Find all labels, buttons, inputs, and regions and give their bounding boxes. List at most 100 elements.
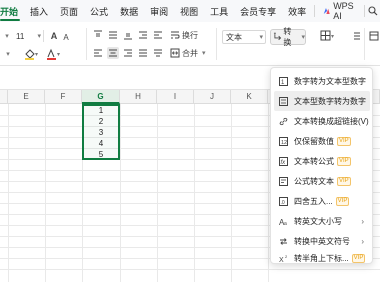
border-dropdown[interactable]: ▾ (0, 47, 14, 61)
wrap-text-button[interactable]: 换行 (170, 28, 210, 42)
tab-member[interactable]: 会员专享 (234, 0, 282, 22)
cell-value[interactable]: 1 (84, 105, 118, 116)
align-top-icon[interactable] (92, 29, 104, 41)
fill-color-icon[interactable]: ▾ (22, 47, 42, 61)
menu-item-label: 转半角上下标... (294, 253, 349, 263)
vip-badge: VIP (351, 253, 366, 263)
font-size-dropdown[interactable]: 11 ▾ (14, 30, 44, 42)
tab-page[interactable]: 页面 (54, 0, 84, 22)
cell-value[interactable]: 4 (84, 138, 118, 149)
menu-item-round[interactable]: .0 四舍五入... VIP (274, 191, 370, 211)
merge-icon (170, 48, 180, 58)
menu-item-case[interactable]: Aa 转英文大小写 › (274, 211, 370, 231)
menu-item-label: 文本转公式 (294, 156, 334, 166)
svg-text:2: 2 (285, 254, 288, 259)
increase-font-icon[interactable]: A (48, 29, 60, 43)
vip-badge: VIP (337, 176, 351, 186)
decrease-font-icon[interactable]: A (60, 30, 72, 44)
tab-efficiency[interactable]: 效率 (282, 0, 312, 22)
svg-text:.0: .0 (281, 200, 285, 206)
menu-item-keep-value[interactable]: 12 仅保留数值 VIP (274, 131, 370, 151)
column-header[interactable]: K (231, 90, 268, 104)
keep-value-icon: 12 (279, 136, 288, 146)
column-header-selected[interactable]: G (82, 90, 120, 104)
number-format-dropdown[interactable]: 文本 ▾ (222, 30, 266, 44)
tab-tools[interactable]: 工具 (204, 0, 234, 22)
menu-item-text-to-formula[interactable]: fx 文本转公式 VIP (274, 151, 370, 171)
tab-divider-2 (364, 5, 365, 17)
convert-label: 转换 (283, 27, 292, 47)
tab-formula[interactable]: 公式 (84, 0, 114, 22)
justify-icon[interactable] (137, 47, 149, 59)
menu-item-label: 仅保留数值 (294, 136, 334, 146)
tab-wps-ai[interactable]: WPS AI (317, 1, 363, 21)
column-header[interactable]: H (120, 90, 157, 104)
tab-home[interactable]: 开始 (0, 0, 24, 22)
align-middle-icon[interactable] (107, 29, 119, 41)
convert-icon (273, 32, 282, 41)
tab-insert[interactable]: 插入 (24, 0, 54, 22)
text-formula-icon: fx (279, 156, 288, 166)
tab-review[interactable]: 审阅 (144, 0, 174, 22)
submenu-chevron-icon: › (361, 216, 364, 226)
link-icon (279, 117, 288, 126)
cell-value[interactable]: 5 (84, 149, 118, 160)
svg-text:▾: ▾ (35, 52, 38, 58)
distribute-icon[interactable] (152, 47, 164, 59)
merge-button[interactable]: 合并 ▾ (170, 46, 214, 60)
menu-item-text-to-number[interactable]: 文本型数字转为数字 (274, 91, 370, 111)
home-toolbar: ▾ 11 ▾ A A ▾ ▾ ▾ 换行 合并 ▾ 文本 ▾ 转换 ▾ ▾ (0, 22, 380, 66)
grid-line (120, 104, 121, 282)
svg-text:▾: ▾ (331, 34, 334, 40)
ribbon-tab-bar: 开始 插入 页面 公式 数据 审阅 视图 工具 会员专享 效率 WPS AI (0, 0, 380, 22)
vip-badge: VIP (335, 196, 350, 206)
case-icon: Aa (279, 217, 288, 226)
toolbar-divider-1 (86, 28, 87, 60)
column-header[interactable]: I (157, 90, 194, 104)
font-color-icon[interactable]: ▾ (44, 47, 64, 61)
symbol-convert-icon (279, 237, 288, 246)
grid-line (8, 104, 9, 282)
wps-ai-logo-icon (323, 8, 330, 14)
table-style-icon[interactable] (368, 29, 380, 43)
grid-line (231, 104, 232, 282)
more-icon[interactable] (352, 29, 362, 43)
superscript-icon: X2 (279, 254, 288, 263)
spreadsheet-app: 开始 插入 页面 公式 数据 审阅 视图 工具 会员专享 效率 WPS AI ▾… (0, 0, 380, 282)
tab-data[interactable]: 数据 (114, 0, 144, 22)
svg-text:X: X (279, 257, 284, 263)
menu-item-superscript[interactable]: X2 转半角上下标... VIP (274, 251, 370, 265)
cell-value[interactable]: 3 (84, 127, 118, 138)
align-center-icon[interactable] (107, 47, 119, 59)
menu-item-text-to-link[interactable]: 文本转换成超链接(V) (274, 111, 370, 131)
row-col-icon[interactable]: ▾ (318, 29, 338, 43)
menu-item-formula-to-text[interactable]: 公式转文本 VIP (274, 171, 370, 191)
menu-item-label: 转英文大小写 (294, 216, 342, 226)
align-bottom-icon[interactable] (122, 29, 134, 41)
column-header[interactable]: F (45, 90, 82, 104)
outdent-icon[interactable] (152, 29, 164, 41)
number-to-text-icon: 1 (279, 76, 288, 86)
tab-divider (314, 5, 315, 17)
cell-value[interactable]: 2 (84, 116, 118, 127)
grid-line (157, 104, 158, 282)
indent-icon[interactable] (137, 29, 149, 41)
font-name-dropdown[interactable]: ▾ (0, 30, 12, 42)
search-icon[interactable] (367, 0, 380, 22)
convert-button[interactable]: 转换 ▾ (270, 27, 306, 47)
menu-item-label: 转换中英文符号 (294, 236, 350, 246)
font-size-value: 11 (16, 31, 25, 41)
column-header[interactable]: E (8, 90, 45, 104)
column-header[interactable]: J (194, 90, 231, 104)
menu-item-symbol-convert[interactable]: 转换中英文符号 › (274, 231, 370, 251)
tab-view[interactable]: 视图 (174, 0, 204, 22)
align-left-icon[interactable] (92, 47, 104, 59)
submenu-chevron-icon: › (361, 236, 364, 246)
vip-badge: VIP (337, 136, 351, 146)
grid-line (0, 269, 380, 270)
toolbar-divider-3 (364, 28, 365, 60)
menu-item-label: 四舍五入... (294, 196, 333, 206)
svg-text:a: a (284, 221, 287, 226)
menu-item-number-to-text[interactable]: 1 数字转为文本型数字 (274, 71, 370, 91)
align-right-icon[interactable] (122, 47, 134, 59)
